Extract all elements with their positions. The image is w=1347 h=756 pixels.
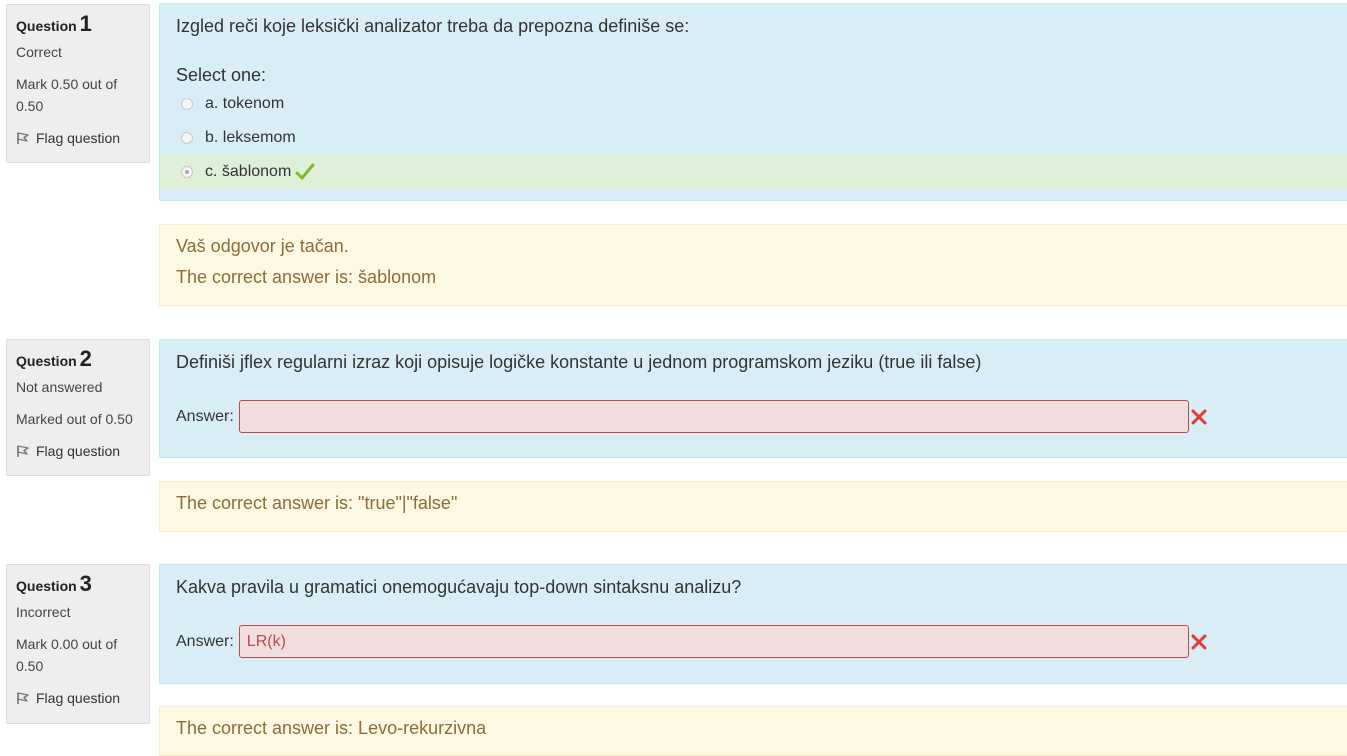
- answer-input[interactable]: [238, 625, 1189, 658]
- question-feedback: The correct answer is: "true"|"false": [159, 481, 1347, 532]
- question-info: Question 1 Correct Mark 0.50 out of 0.50 …: [6, 4, 150, 163]
- option-b[interactable]: b. leksemom: [160, 121, 1347, 155]
- question-text: Definiši jflex regularni izraz koji opis…: [176, 352, 982, 372]
- question-num: 2: [79, 346, 92, 371]
- option-label: c. šablonom: [205, 163, 292, 180]
- question-text: Kakva pravila u gramatici onemogućavaju …: [176, 577, 742, 597]
- cross-icon: [1191, 409, 1207, 424]
- question-state: Incorrect: [16, 604, 71, 620]
- question-feedback: Vaš odgovor je tačan. The correct answer…: [159, 224, 1347, 306]
- feedback-text: Vaš odgovor je tačan.: [176, 236, 349, 256]
- question-num: 1: [79, 11, 92, 36]
- select-prompt: Select one:: [176, 65, 267, 85]
- flag-label: Flag question: [36, 443, 121, 459]
- option-c[interactable]: c. šablonom: [160, 155, 1347, 189]
- correct-answer-text: The correct answer is: Levo-rekurzivna: [176, 718, 487, 738]
- answer-row: Answer:: [176, 625, 1347, 658]
- question-label: Question: [16, 578, 77, 594]
- question-info: Question 3 Incorrect Mark 0.00 out of 0.5…: [6, 564, 150, 724]
- cross-icon: [1191, 634, 1207, 649]
- question-grade: Mark 0.00 out of 0.50: [16, 636, 118, 674]
- flag-label: Flag question: [36, 130, 121, 146]
- option-a[interactable]: a. tokenom: [160, 87, 1347, 121]
- correct-answer-text: The correct answer is: "true"|"false": [176, 493, 458, 513]
- flag-question-link[interactable]: Flag question: [16, 127, 140, 149]
- question-formulation: Definiši jflex regularni izraz koji opis…: [159, 339, 1347, 458]
- option-label: a. tokenom: [205, 95, 285, 112]
- question-info: Question 2 Not answered Marked out of 0.5…: [6, 339, 150, 476]
- flag-icon: [17, 692, 29, 704]
- question-formulation: Izgled reči koje leksički analizator tre…: [159, 3, 1347, 201]
- correct-answer-text: The correct answer is: šablonom: [176, 267, 437, 287]
- flag-question-link[interactable]: Flag question: [16, 687, 140, 709]
- question-number: Question 3: [16, 573, 140, 597]
- question-feedback: The correct answer is: Levo-rekurzivna: [159, 706, 1347, 756]
- question-label: Question: [16, 353, 77, 369]
- answer-row: Answer:: [176, 400, 1347, 433]
- question-number: Question 2: [16, 348, 140, 372]
- checkmark-icon: [295, 163, 315, 180]
- question-text: Izgled reči koje leksički analizator tre…: [176, 16, 690, 36]
- radio-button-checked[interactable]: [181, 166, 193, 178]
- radio-button[interactable]: [181, 98, 193, 110]
- question-label: Question: [16, 18, 77, 34]
- answer-input[interactable]: [238, 400, 1189, 433]
- option-label: b. leksemom: [205, 129, 296, 146]
- radio-button[interactable]: [181, 132, 193, 144]
- question-number: Question 1: [16, 13, 140, 37]
- question-state: Not answered: [16, 379, 103, 395]
- flag-label: Flag question: [36, 690, 121, 706]
- flag-icon: [17, 445, 29, 457]
- answer-label: Answer:: [176, 632, 234, 650]
- question-grade: Marked out of 0.50: [16, 411, 133, 427]
- answer-label: Answer:: [176, 407, 234, 425]
- flag-question-link[interactable]: Flag question: [16, 440, 140, 462]
- question-state: Correct: [16, 44, 62, 60]
- flag-icon: [17, 132, 29, 144]
- question-num: 3: [79, 571, 92, 596]
- question-formulation: Kakva pravila u gramatici onemogućavaju …: [159, 564, 1347, 684]
- question-grade: Mark 0.50 out of 0.50: [16, 76, 118, 114]
